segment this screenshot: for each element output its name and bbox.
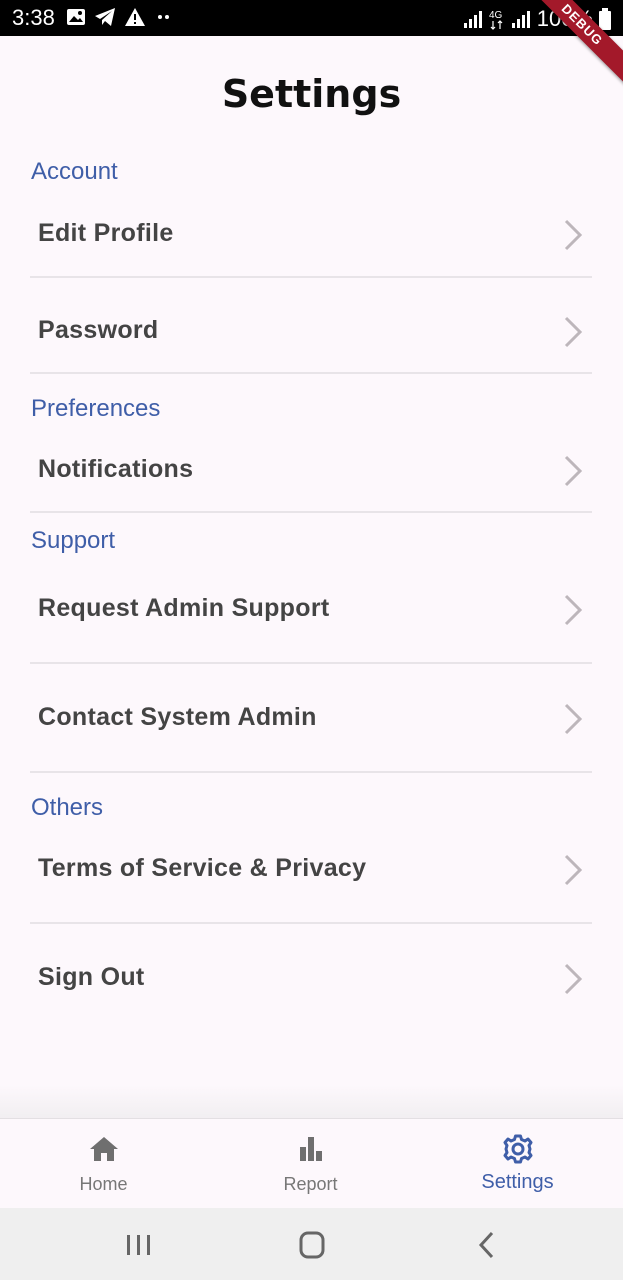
section-header-others: Others	[31, 794, 104, 821]
row-label: Contact System Admin	[38, 703, 317, 731]
signal-icon-2	[511, 11, 530, 28]
nav-item-settings[interactable]: Settings	[414, 1119, 621, 1209]
data-4g-icon: 4G	[489, 10, 503, 30]
status-bar: 3:38 4G 100% DEBUG	[0, 0, 623, 86]
settings-row-notifications[interactable]: Notifications	[30, 441, 592, 501]
warning-icon	[125, 8, 145, 26]
row-label: Sign Out	[38, 963, 145, 991]
divider	[30, 662, 592, 664]
chevron-right-icon	[564, 455, 583, 487]
chevron-right-icon	[564, 219, 583, 251]
section-header-account: Account	[31, 158, 118, 185]
status-time: 3:38	[12, 5, 55, 30]
home-icon	[90, 1137, 118, 1161]
home-button-icon[interactable]	[292, 1230, 332, 1260]
bottom-nav: Home Report Settings	[0, 1118, 623, 1208]
divider	[30, 771, 592, 773]
row-label: Terms of Service & Privacy	[38, 854, 367, 882]
gear-icon	[503, 1134, 533, 1164]
settings-row-terms-privacy[interactable]: Terms of Service & Privacy	[30, 840, 592, 900]
settings-row-contact-system-admin[interactable]: Contact System Admin	[30, 689, 592, 749]
page-title: Settings	[221, 72, 402, 116]
bottom-nav-shadow	[0, 1085, 623, 1119]
gallery-icon	[67, 9, 85, 25]
nav-label: Settings	[481, 1171, 554, 1193]
chevron-right-icon	[564, 963, 583, 995]
signal-icon	[463, 11, 482, 28]
nav-item-home[interactable]: Home	[0, 1119, 207, 1209]
divider	[30, 511, 592, 513]
divider	[30, 276, 592, 278]
recent-apps-icon[interactable]	[119, 1230, 159, 1260]
nav-label: Home	[79, 1174, 128, 1194]
battery-icon	[599, 8, 611, 30]
divider	[30, 372, 592, 374]
row-label: Edit Profile	[38, 219, 174, 247]
back-icon[interactable]	[467, 1230, 507, 1260]
divider	[30, 922, 592, 924]
system-nav-bar	[0, 1208, 623, 1280]
row-label: Password	[38, 316, 159, 344]
chevron-right-icon	[564, 703, 583, 735]
row-label: Notifications	[38, 455, 194, 483]
settings-row-edit-profile[interactable]: Edit Profile	[30, 205, 592, 265]
chevron-right-icon	[564, 854, 583, 886]
nav-label: Report	[283, 1174, 338, 1194]
settings-row-sign-out[interactable]: Sign Out	[30, 949, 592, 1009]
chevron-right-icon	[564, 594, 583, 626]
bar-chart-icon	[300, 1137, 322, 1161]
settings-row-request-admin-support[interactable]: Request Admin Support	[30, 580, 592, 640]
section-header-support: Support	[31, 527, 116, 554]
notification-icons	[66, 7, 174, 27]
nav-item-report[interactable]: Report	[207, 1119, 414, 1209]
section-header-preferences: Preferences	[31, 395, 161, 422]
svg-text:4G: 4G	[489, 10, 503, 21]
row-label: Request Admin Support	[38, 594, 330, 622]
settings-row-password[interactable]: Password	[30, 302, 592, 362]
chevron-right-icon	[564, 316, 583, 348]
telegram-icon	[95, 8, 115, 26]
more-dots-icon	[158, 15, 169, 19]
